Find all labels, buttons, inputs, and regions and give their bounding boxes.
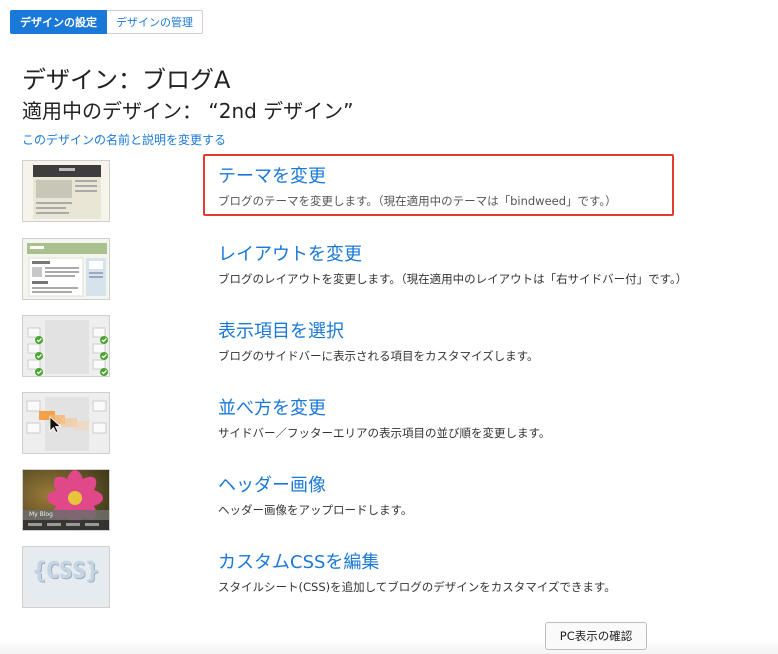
header-image-desc: ヘッダー画像をアップロードします。 <box>218 503 413 517</box>
design-option-layout: レイアウトを変更 ブログのレイアウトを変更します。（現在適用中のレイアウトは「右… <box>22 238 742 302</box>
design-option-header-image: My Blog ヘッダー画像 ヘッダー画像をアップロードします。 <box>22 469 742 533</box>
tab-design-settings[interactable]: デザインの設定 <box>10 10 107 34</box>
pc-preview-button[interactable]: PC表示の確認 <box>545 622 647 650</box>
reorder-thumbnail <box>22 392 110 454</box>
checklist-thumbnail <box>22 315 110 377</box>
change-order-link[interactable]: 並べ方を変更 <box>218 394 326 420</box>
header-thumb-caption: My Blog <box>29 511 53 518</box>
design-option-custom-css: {CSS} カスタムCSSを編集 スタイルシート(CSS)を追加してブログのデザ… <box>22 546 742 610</box>
design-tabs: デザインの設定 デザインの管理 <box>10 10 203 34</box>
select-display-items-desc: ブログのサイドバーに表示される項目をカスタマイズします。 <box>218 349 539 363</box>
design-option-display-items: 表示項目を選択 ブログのサイドバーに表示される項目をカスタマイズします。 <box>22 315 742 379</box>
header-image-link[interactable]: ヘッダー画像 <box>218 471 326 497</box>
change-layout-desc: ブログのレイアウトを変更します。（現在適用中のレイアウトは「右サイドバー付」です… <box>218 272 688 286</box>
change-layout-link[interactable]: レイアウトを変更 <box>218 240 362 266</box>
theme-thumbnail <box>22 160 110 222</box>
layout-thumbnail <box>22 238 110 300</box>
edit-custom-css-desc: スタイルシート(CSS)を追加してブログのデザインをカスタマイズできます。 <box>218 580 616 594</box>
edit-design-name-link[interactable]: このデザインの名前と説明を変更する <box>22 131 226 148</box>
edit-custom-css-link[interactable]: カスタムCSSを編集 <box>218 548 379 574</box>
change-order-desc: サイドバー／フッターエリアの表示項目の並び順を変更します。 <box>218 426 551 440</box>
bottom-bar <box>0 640 778 654</box>
css-thumb-text: {CSS} <box>32 559 100 584</box>
header-image-thumbnail: My Blog <box>22 469 110 531</box>
tab-design-management[interactable]: デザインの管理 <box>107 10 203 34</box>
theme-highlight-box <box>203 154 674 216</box>
css-thumbnail: {CSS} <box>22 546 110 608</box>
current-design-heading: 適用中のデザイン： “2nd デザイン” <box>22 99 354 123</box>
select-display-items-link[interactable]: 表示項目を選択 <box>218 317 344 343</box>
page-title: デザイン：ブログA <box>22 66 231 94</box>
design-option-reorder: 並べ方を変更 サイドバー／フッターエリアの表示項目の並び順を変更します。 <box>22 392 742 456</box>
